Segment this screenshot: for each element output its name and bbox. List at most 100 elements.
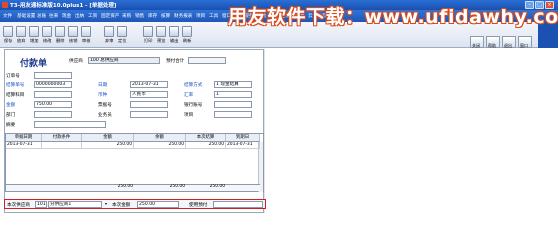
grid-column-header[interactable]: 金额 xyxy=(82,134,134,142)
date-field[interactable]: 2013-07-31 xyxy=(130,81,168,88)
toolbar-button-label[interactable]: 输出 xyxy=(170,38,178,44)
grid-cell[interactable] xyxy=(42,142,82,149)
bill-no-label: 票据号 xyxy=(98,103,112,108)
bottom-prepay-field[interactable] xyxy=(213,201,263,208)
menu-item[interactable]: 出纳 xyxy=(75,13,84,19)
summary-label: 摘要 xyxy=(6,123,16,128)
grid-cell[interactable]: 250.00 xyxy=(134,142,186,149)
form-title: 付款单 xyxy=(20,59,48,69)
grid-column-header[interactable]: 本次结算 xyxy=(186,134,226,142)
toolbar-button-icon[interactable] xyxy=(182,26,192,37)
toolbar-button-label[interactable]: 审核 xyxy=(82,38,90,44)
settle-method-label: 结算方式 xyxy=(184,83,203,88)
grid-sum-cell: 250.00 xyxy=(169,184,185,189)
settle-subject-label: 结算科目 xyxy=(6,93,25,98)
dept-field[interactable] xyxy=(34,111,72,118)
menu-item[interactable]: 核算 xyxy=(161,13,170,19)
bank-acct-label: 银行账号 xyxy=(184,103,203,108)
menu-item[interactable]: 项目 xyxy=(196,13,205,19)
order-no-label: 订单号 xyxy=(6,74,20,79)
toolbar-button-icon[interactable] xyxy=(104,26,114,37)
toolbar-button-label[interactable]: 预览 xyxy=(157,38,165,44)
grid-sum-cell xyxy=(6,184,42,191)
toolbar-button-icon[interactable] xyxy=(42,26,52,37)
currency-field[interactable]: 人民币 xyxy=(130,91,168,98)
site-watermark: 用友软件下载：www.ufidawhy.com xyxy=(228,6,558,28)
window-title: T3-用友通标准版10.0plus1 - [单据处理] xyxy=(10,3,117,9)
rate-field[interactable]: 1 xyxy=(214,91,252,98)
bank-acct-field[interactable] xyxy=(214,101,252,108)
grid-cell[interactable]: 250.00 xyxy=(82,142,134,149)
settlement-grid[interactable]: 单据日期 付款条件 金额 余额 本次结算 到期日 2013-07-31 250.00 250.0… xyxy=(5,133,264,192)
toolbar-button-label[interactable]: 放弃 xyxy=(17,38,25,44)
toolbar-button-label[interactable]: 刷新 xyxy=(183,38,191,44)
grid-cell[interactable]: 2013-07-31 xyxy=(6,142,42,149)
menu-item[interactable]: 现金 xyxy=(62,13,71,19)
toolbar-button-label[interactable]: 保存 xyxy=(4,38,12,44)
salesman-field[interactable] xyxy=(130,111,168,118)
grid-cell[interactable]: 250.00 xyxy=(186,142,226,149)
toolbar-button-label[interactable]: 核销 xyxy=(69,38,77,44)
grid-column-header[interactable]: 到期日 xyxy=(226,134,260,142)
bottom-info-bar: 本次供应商 101 分供应商1 ▾ 本次金额 250.00 使用预付 xyxy=(4,199,266,209)
menu-item[interactable]: 销售 xyxy=(135,13,144,19)
right-quick-panel: 关闭 帮助 退出 窗口 xyxy=(470,36,558,48)
menu-item[interactable]: 工具 xyxy=(209,13,218,19)
order-no-field[interactable] xyxy=(34,72,72,79)
prepay-total-field xyxy=(188,57,226,64)
app-icon xyxy=(2,2,8,8)
menu-item[interactable]: 工资 xyxy=(88,13,97,19)
menu-item[interactable]: 往来 xyxy=(49,13,58,19)
menu-item[interactable]: 采购 xyxy=(122,13,131,19)
salesman-label: 业务员 xyxy=(98,113,112,118)
menu-item[interactable]: 库存 xyxy=(148,13,157,19)
summary-field[interactable] xyxy=(34,121,106,128)
toolbar-button-icon[interactable] xyxy=(3,26,13,37)
grid-sum-cell xyxy=(226,184,260,191)
bill-no-field[interactable] xyxy=(130,101,168,108)
grid-cell[interactable]: 2013-07-31 xyxy=(226,142,260,149)
toolbar-button-icon[interactable] xyxy=(55,26,65,37)
bottom-supplier-code[interactable]: 101 xyxy=(35,201,47,208)
bottom-supplier-dropdown-icon[interactable]: ▾ xyxy=(105,201,107,206)
toolbar-button-icon[interactable] xyxy=(156,26,166,37)
doc-no-label: 结算单号 xyxy=(6,83,25,88)
prepay-total-label: 预付合计 xyxy=(166,59,185,64)
grid-column-header[interactable]: 余额 xyxy=(134,134,186,142)
toolbar-button-label[interactable]: 弃审 xyxy=(105,38,113,44)
amount-field[interactable]: 750.00 xyxy=(34,101,72,108)
project-label: 项目 xyxy=(184,113,194,118)
toolbar-button-label[interactable]: 修改 xyxy=(43,38,51,44)
bottom-prepay-label: 使用预付 xyxy=(189,203,208,208)
settle-method-field[interactable]: 1 现金结算 xyxy=(214,81,252,88)
menu-item[interactable]: 财务报表 xyxy=(174,13,192,19)
toolbar-button-icon[interactable] xyxy=(117,26,127,37)
amount-label: 金额 xyxy=(6,103,16,108)
menu-item[interactable]: 基础设置 xyxy=(17,13,35,19)
menu-item[interactable]: 固定资产 xyxy=(101,13,119,19)
toolbar-button-icon[interactable] xyxy=(143,26,153,37)
toolbar-button-icon[interactable] xyxy=(29,26,39,37)
bottom-amount-field[interactable]: 250.00 xyxy=(137,201,179,208)
bottom-supplier-name[interactable]: 分供应商1 xyxy=(48,201,102,208)
grid-column-header[interactable]: 付款条件 xyxy=(42,134,82,142)
supplier-field[interactable]: 100 总供应商 xyxy=(88,57,160,64)
toolbar-button-label[interactable]: 打印 xyxy=(144,38,152,44)
currency-label: 币种 xyxy=(98,93,108,98)
toolbar-button-label[interactable]: 定位 xyxy=(118,38,126,44)
project-field[interactable] xyxy=(214,111,252,118)
menu-item[interactable]: 总账 xyxy=(37,13,46,19)
toolbar-button-label[interactable]: 增加 xyxy=(30,38,38,44)
settle-subject-field[interactable] xyxy=(34,91,72,98)
grid-column-header[interactable]: 单据日期 xyxy=(6,134,42,142)
toolbar-button-label[interactable]: 删除 xyxy=(56,38,64,44)
toolbar-button-icon[interactable] xyxy=(16,26,26,37)
date-label: 日期 xyxy=(98,83,108,88)
toolbar-button-icon[interactable] xyxy=(81,26,91,37)
toolbar-button-icon[interactable] xyxy=(169,26,179,37)
toolbar-button-icon[interactable] xyxy=(68,26,78,37)
doc-no-field[interactable]: 0000000003 xyxy=(34,81,72,88)
menu-item[interactable]: 文件 xyxy=(3,13,12,19)
grid-sum-cell xyxy=(42,184,82,191)
grid-sum-cell: 250.00 xyxy=(209,184,225,189)
